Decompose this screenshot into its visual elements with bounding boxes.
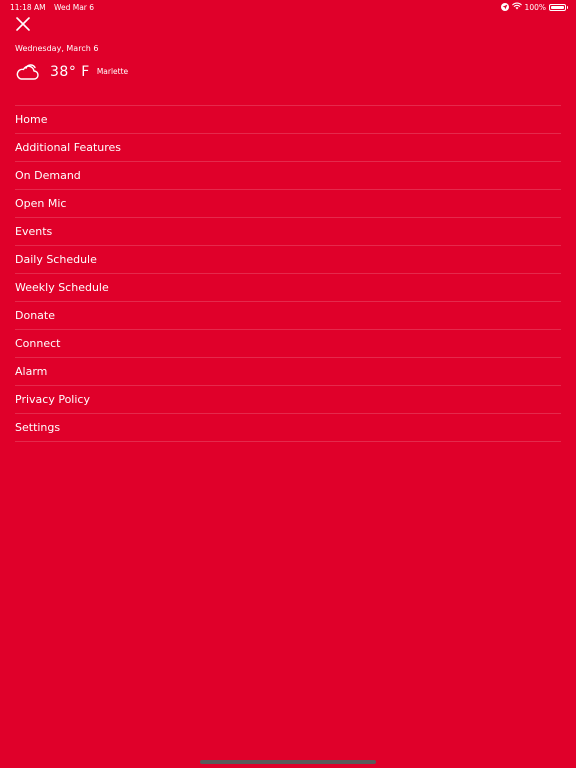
weather-widget: 38° F Marlette <box>15 62 128 82</box>
menu-item-weekly-schedule[interactable]: Weekly Schedule <box>15 274 561 302</box>
menu-item-daily-schedule[interactable]: Daily Schedule <box>15 246 561 274</box>
cloud-icon <box>16 64 39 80</box>
menu-item-donate[interactable]: Donate <box>15 302 561 330</box>
wifi-icon <box>511 2 522 12</box>
menu-item-alarm[interactable]: Alarm <box>15 358 561 386</box>
weather-location: Marlette <box>96 66 129 76</box>
menu-item-connect[interactable]: Connect <box>15 330 561 358</box>
menu-item-settings[interactable]: Settings <box>15 414 561 442</box>
current-date: Wednesday, March 6 <box>15 44 99 53</box>
menu-item-open-mic[interactable]: Open Mic <box>15 190 561 218</box>
weather-temperature: 38° F <box>50 64 90 80</box>
home-indicator[interactable] <box>200 760 376 764</box>
location-icon <box>500 3 509 11</box>
menu-item-home[interactable]: Home <box>15 106 561 134</box>
status-bar-right: 100% <box>500 2 568 12</box>
menu-item-on-demand[interactable]: On Demand <box>15 162 561 190</box>
menu-item-privacy-policy[interactable]: Privacy Policy <box>15 386 561 414</box>
status-bar: 11:18 AM Wed Mar 6 100% <box>0 0 576 14</box>
menu-item-additional-features[interactable]: Additional Features <box>15 134 561 162</box>
navigation-menu: Home Additional Features On Demand Open Mic… <box>15 105 561 442</box>
battery-fill <box>551 5 564 9</box>
status-time: 11:18 AM <box>10 3 46 12</box>
battery-percent: 100% <box>524 2 546 12</box>
status-bar-left: 11:18 AM Wed Mar 6 <box>10 3 94 12</box>
status-date: Wed Mar 6 <box>54 3 95 12</box>
close-button[interactable] <box>14 15 32 33</box>
battery-icon <box>549 3 568 11</box>
close-icon <box>16 17 30 31</box>
menu-item-events[interactable]: Events <box>15 218 561 246</box>
